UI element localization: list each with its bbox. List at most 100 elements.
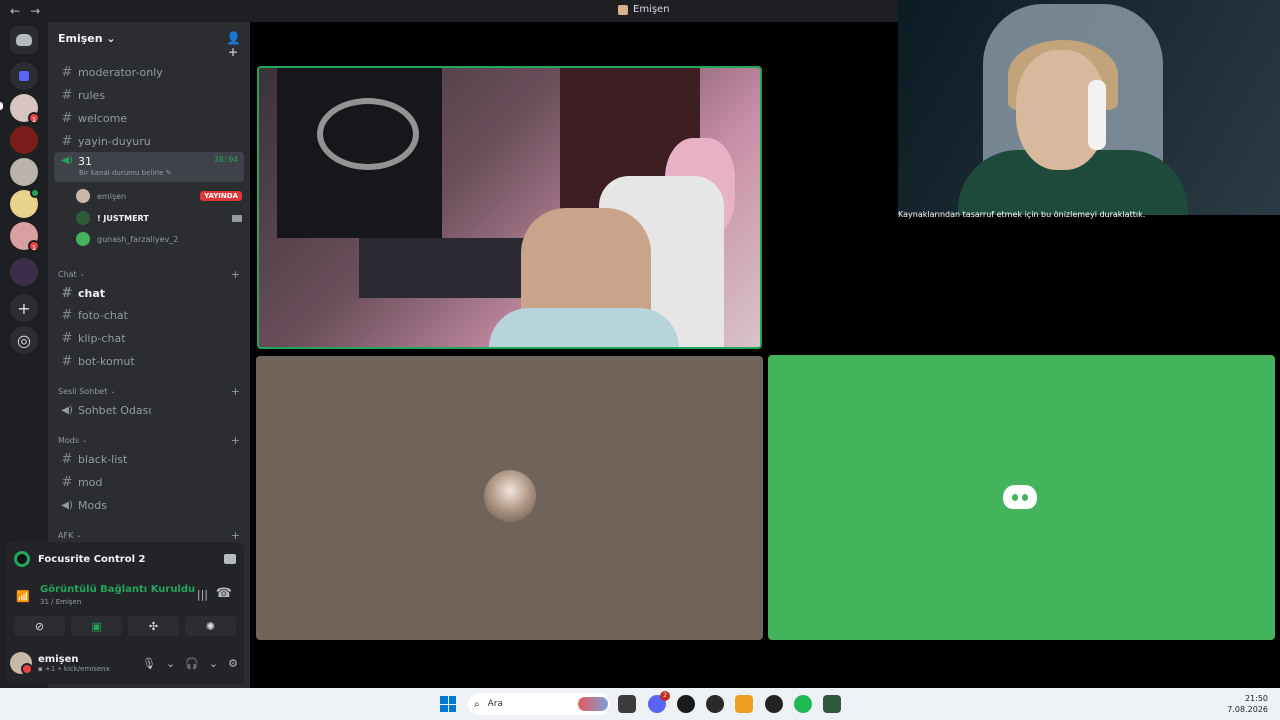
user-controls: 🎙 ⌄ 🎧 ⌄ ⚙: [142, 657, 238, 670]
history-nav: ← →: [0, 4, 40, 18]
channel-foto-chat[interactable]: # foto-chat: [54, 305, 244, 325]
explore-icon[interactable]: ◎: [10, 326, 38, 354]
clock-time: 21:50: [1244, 694, 1268, 703]
channel-status[interactable]: Bir kanal durumu belirle ✎: [79, 169, 172, 177]
preview-paused-caption: Kaynaklarından tasarruf etmek için bu ön…: [898, 210, 1146, 219]
category-label: Mods: [58, 435, 80, 445]
voice-user-panel: Focusrite Control 2 📶 Görüntülü Bağlantı…: [6, 542, 244, 684]
server-avatar-5[interactable]: 1: [10, 222, 40, 252]
channel-black-list[interactable]: # black-list: [54, 449, 244, 469]
voice-member[interactable]: ! JUSTMERT: [76, 209, 242, 227]
stream-preview[interactable]: [898, 0, 1280, 215]
activity-name: Focusrite Control 2: [38, 553, 146, 565]
server-avatar-2[interactable]: [10, 126, 38, 154]
hash-icon: #: [61, 110, 73, 126]
avatar: [76, 211, 90, 225]
windows-start-icon[interactable]: [440, 696, 456, 712]
camera-off-button[interactable]: ⊘: [14, 616, 65, 636]
video-tile-avatar[interactable]: [256, 356, 763, 640]
guild-header[interactable]: Emişen ⌄ 👤+: [48, 22, 250, 59]
user-info[interactable]: emişen ▪ +1 • kick/emisenx: [38, 654, 110, 673]
video-tile-discord[interactable]: [768, 355, 1275, 640]
discord-logo-icon: [1003, 485, 1037, 509]
category-mods[interactable]: Mods ⌄ +: [58, 433, 240, 447]
noise-suppression-icon[interactable]: |||: [197, 588, 208, 601]
chevron-down-icon: ⌄: [79, 270, 85, 278]
hash-icon: #: [61, 474, 73, 490]
add-channel-icon[interactable]: +: [231, 268, 240, 281]
connection-channel[interactable]: 31 / Emişen: [40, 598, 81, 606]
stop-activity-icon[interactable]: [224, 554, 236, 564]
task-view-icon[interactable]: [618, 695, 636, 713]
add-member-icon[interactable]: 👤+: [226, 31, 241, 59]
channel-klip-chat[interactable]: # klip-chat: [54, 328, 244, 348]
server-avatar-3[interactable]: [10, 158, 38, 186]
member-name: ! JUSTMERT: [97, 213, 149, 223]
discord-home-icon[interactable]: [10, 26, 38, 54]
focusrite-icon[interactable]: [823, 695, 841, 713]
chevron-down-icon[interactable]: ⌄: [209, 657, 218, 670]
app-circle-icon[interactable]: [706, 695, 724, 713]
hash-icon: #: [61, 307, 73, 323]
status-text: kick/emisenx: [63, 664, 110, 673]
speaker-icon: ◀): [61, 404, 73, 416]
voice-channel-sohbet-odasi[interactable]: ◀) Sohbet Odası: [54, 400, 244, 420]
user-avatar[interactable]: [10, 652, 33, 675]
channel-welcome[interactable]: # welcome: [54, 108, 244, 128]
server-current[interactable]: [10, 62, 38, 90]
activity-button[interactable]: ✣: [128, 616, 179, 636]
category-chat[interactable]: Chat ⌄ +: [58, 267, 240, 281]
voice-channel-31[interactable]: ◀) 31 38:04 Bir kanal durumu belirle ✎: [54, 152, 244, 182]
user-bar: emişen ▪ +1 • kick/emisenx 🎙 ⌄ 🎧 ⌄ ⚙: [10, 648, 238, 678]
voice-member[interactable]: gunash_farzaliyev_2: [76, 230, 242, 248]
video-tile-camera[interactable]: [257, 66, 762, 349]
channel-moderator-only[interactable]: # moderator-only: [54, 62, 244, 82]
system-clock[interactable]: 21:50 7.08.2026: [1227, 693, 1268, 715]
channel-bot-komut[interactable]: # bot-komut: [54, 351, 244, 371]
notification-badge: 2: [660, 691, 670, 701]
channel-label: chat: [78, 286, 106, 300]
voice-member[interactable]: emişen YAYINDA: [76, 187, 242, 205]
member-name: gunash_farzaliyev_2: [97, 234, 179, 244]
spotify-icon[interactable]: [794, 695, 812, 713]
channel-label: black-list: [78, 452, 128, 466]
guild-name: Emişen ⌄: [58, 31, 116, 45]
category-afk[interactable]: AFK ⌄ +: [58, 528, 240, 542]
voice-channel-mods[interactable]: ◀) Mods: [54, 495, 244, 515]
add-server-icon[interactable]: +: [10, 294, 38, 322]
add-channel-icon[interactable]: +: [231, 385, 240, 398]
screen-share-button[interactable]: ▣: [71, 616, 122, 636]
forward-arrow-icon[interactable]: →: [30, 4, 40, 18]
category-sesli-sohbet[interactable]: Sesli Sohbet ⌄ +: [58, 384, 240, 398]
channel-mod[interactable]: # mod: [54, 472, 244, 492]
server-avatar-1[interactable]: 1: [10, 94, 40, 124]
add-channel-icon[interactable]: +: [231, 529, 240, 542]
channel-rules[interactable]: # rules: [54, 85, 244, 105]
taskbar-search[interactable]: ⌕ Ara: [468, 693, 610, 715]
disconnect-icon[interactable]: ☎: [216, 586, 232, 601]
channel-chat[interactable]: # chat: [54, 283, 244, 303]
channel-label: mod: [78, 475, 103, 489]
obs-icon[interactable]: [677, 695, 695, 713]
connection-label[interactable]: Görüntülü Bağlantı Kuruldu: [40, 584, 195, 595]
channel-label: bot-komut: [78, 354, 135, 368]
headphones-icon[interactable]: 🎧: [185, 657, 199, 670]
channel-label: yayin-duyuru: [78, 134, 151, 148]
chatgpt-icon[interactable]: [765, 695, 783, 713]
soundboard-button[interactable]: ✺: [185, 616, 236, 636]
microphone-icon[interactable]: 🎙: [142, 657, 156, 670]
discord-taskbar-icon[interactable]: 2: [648, 691, 670, 713]
channel-yayin-duyuru[interactable]: # yayin-duyuru: [54, 131, 244, 151]
back-arrow-icon[interactable]: ←: [10, 4, 20, 18]
channel-label: welcome: [78, 111, 128, 125]
server-mention-badge: 1: [28, 240, 40, 252]
unread-pill: [0, 102, 3, 110]
gear-icon[interactable]: ⚙: [228, 657, 238, 670]
chevron-down-icon[interactable]: ⌄: [166, 657, 175, 670]
add-channel-icon[interactable]: +: [231, 434, 240, 447]
avatar: [76, 232, 90, 246]
server-avatar-4[interactable]: [10, 188, 40, 218]
activity-row[interactable]: Focusrite Control 2: [14, 548, 236, 570]
app-m-icon[interactable]: [735, 695, 753, 713]
server-folder[interactable]: [10, 258, 38, 286]
